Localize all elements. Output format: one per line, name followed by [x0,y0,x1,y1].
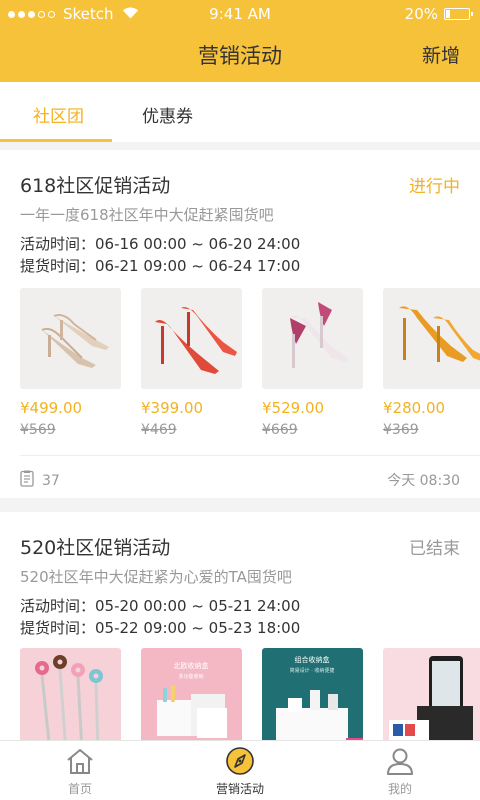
page-title: 营销活动 [198,44,282,68]
product-price: ¥280.00 [383,399,446,417]
card-divider [20,455,480,456]
app-header: Sketch 9:41 AM 20% 营销活动 新增 [0,0,480,82]
activity-status-badge: 进行中 [409,177,460,197]
bottom-nav-label: 我的 [387,782,412,796]
tab-coupons[interactable]: 优惠券 [142,102,193,127]
product-price: ¥499.00 [20,399,83,417]
updated-time: 今天 08:30 [387,473,460,489]
activity-card[interactable]: 618社区促销活动 进行中 一年一度618社区年中大促赶紧囤货吧 活动时间：06… [0,150,480,498]
participant-count: 37 [20,470,60,491]
bottom-nav: 首页 营销活动 我的 [0,740,480,800]
bottom-nav-marketing[interactable]: 营销活动 [160,741,320,800]
activity-title: 618社区促销活动 [20,175,171,197]
product-item[interactable]: ¥399.00 ¥469 [141,288,242,438]
product-original-price: ¥469 [141,422,177,438]
battery-icon [444,8,473,20]
product-image-text: 北欧收纳盒 [174,661,209,670]
product-list: ¥499.00 ¥569 ¥399.00 ¥469 ¥529.00 ¥669 ¥… [20,288,480,448]
product-image[interactable]: 北欧收纳盒 多功能收纳 [141,648,242,752]
activity-title: 520社区促销活动 [20,537,171,559]
product-image[interactable]: 组合收纳盒 简易设计 · 收纳便捷 [262,648,363,752]
activity-card[interactable]: 520社区促销活动 已结束 520社区年中大促赶紧为心爱的TA囤货吧 活动时间：… [0,512,480,752]
document-icon [20,470,34,491]
product-image[interactable] [20,648,121,752]
pickup-time: 提货时间：05-22 09:00 ~ 05-23 18:00 [20,619,301,637]
product-price: ¥399.00 [141,399,204,417]
activity-subtitle: 520社区年中大促赶紧为心爱的TA囤货吧 [20,568,292,586]
bottom-nav-mine[interactable]: 我的 [320,741,480,800]
product-item[interactable]: ¥499.00 ¥569 [20,288,121,438]
product-price: ¥529.00 [262,399,325,417]
product-original-price: ¥369 [383,422,419,438]
status-bar: Sketch 9:41 AM 20% [0,0,480,28]
product-item[interactable]: ¥529.00 ¥669 [262,288,363,438]
product-original-price: ¥569 [20,422,56,438]
product-image-text: 组合收纳盒 [295,655,330,664]
product-image[interactable] [383,648,480,752]
active-tab-indicator [0,139,112,142]
product-image [383,288,480,389]
tab-bar: 社区团 优惠券 [0,82,480,142]
product-list: 北欧收纳盒 多功能收纳 组合收纳盒 简易设计 · 收纳便捷 [20,648,480,752]
product-original-price: ¥669 [262,422,298,438]
activity-time: 活动时间：06-16 00:00 ~ 06-20 24:00 [20,235,301,253]
bottom-nav-label: 首页 [67,782,92,796]
status-right: 20% [404,5,473,23]
activity-status-badge: 已结束 [409,539,460,559]
user-icon [385,747,415,775]
tab-community-group[interactable]: 社区团 [33,102,84,127]
add-button[interactable]: 新增 [422,41,460,68]
product-image [262,288,363,389]
pickup-time: 提货时间：06-21 09:00 ~ 06-24 17:00 [20,257,301,275]
activity-subtitle: 一年一度618社区年中大促赶紧囤货吧 [20,206,274,224]
home-icon [65,747,95,775]
product-image-subtext: 简易设计 · 收纳便捷 [290,667,335,674]
product-image [141,288,242,389]
bottom-nav-home[interactable]: 首页 [0,741,160,800]
product-image-subtext: 多功能收纳 [178,673,203,680]
bottom-nav-label: 营销活动 [215,782,264,796]
battery-percent: 20% [404,5,438,23]
product-item[interactable]: ¥280.00 ¥369 [383,288,480,438]
count-value: 37 [42,472,60,489]
product-image [20,288,121,389]
activity-time: 活动时间：05-20 00:00 ~ 05-21 24:00 [20,597,301,615]
compass-icon [225,747,255,775]
